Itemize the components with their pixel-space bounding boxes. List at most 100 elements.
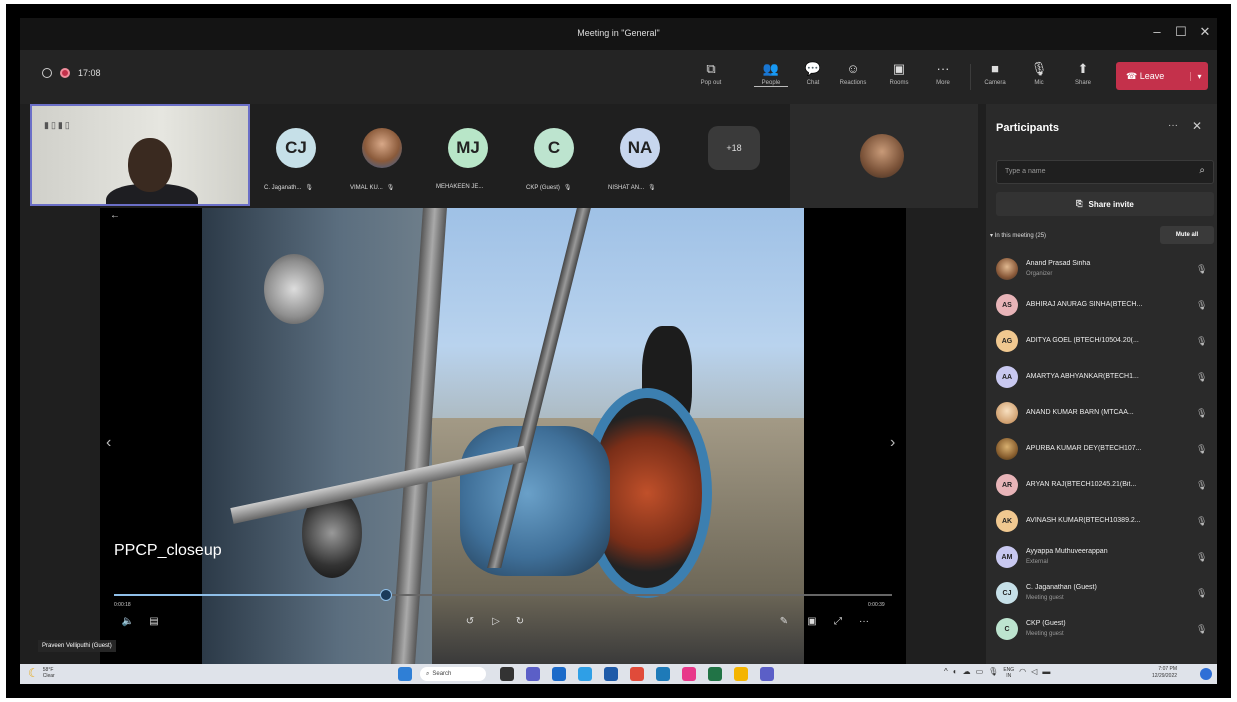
participant-row[interactable]: CJ C. Jaganathan (Guest) Meeting guest 🎙 bbox=[996, 578, 1216, 608]
next-slide-button[interactable]: › bbox=[890, 434, 895, 452]
minimize-button[interactable]: – bbox=[1146, 24, 1168, 39]
system-tray[interactable]: ^ ◐ ☁ ▭ 🎙 ENG IN ◠ ◁ ▬ bbox=[944, 667, 1050, 679]
forward-icon[interactable]: ↻ bbox=[512, 616, 528, 627]
avatar: C bbox=[996, 618, 1018, 640]
mic-off-icon: 🎙 bbox=[1196, 588, 1208, 598]
edge-icon[interactable] bbox=[578, 667, 592, 681]
notification-icon[interactable] bbox=[1200, 668, 1212, 680]
volume-icon[interactable]: 🔈 bbox=[120, 616, 136, 627]
more-button[interactable]: ··· More bbox=[926, 60, 960, 96]
mute-all-button[interactable]: Mute all bbox=[1160, 226, 1214, 244]
leave-button[interactable]: ☎ Leave ▾ bbox=[1116, 62, 1208, 90]
pop-out-button[interactable]: ⧉ Pop out bbox=[694, 60, 728, 96]
avatar[interactable]: C bbox=[534, 128, 574, 168]
participant-row[interactable]: AG ADITYA GOEL (BTECH/10504.20(... 🎙 bbox=[996, 326, 1216, 356]
search-input[interactable]: Type a name ⌕ bbox=[996, 160, 1214, 184]
share-invite-icon: ⎘ bbox=[1076, 199, 1083, 208]
participant-row[interactable]: AS ABHIRAJ ANURAG SINHA(BTECH... 🎙 bbox=[996, 290, 1216, 320]
mic-off-icon: 🎙 bbox=[1196, 300, 1208, 310]
close-button[interactable]: ✕ bbox=[1194, 24, 1216, 40]
weather-widget[interactable]: ☾ 58°F Clear bbox=[28, 666, 55, 680]
avatar[interactable]: CJ bbox=[276, 128, 316, 168]
annotate-icon[interactable]: ✎ bbox=[776, 616, 792, 627]
close-icon[interactable]: ✕ bbox=[1192, 119, 1202, 133]
rooms-button[interactable]: ▣ Rooms bbox=[882, 60, 916, 96]
participant-row[interactable]: C CKP (Guest) Meeting guest 🎙 bbox=[996, 614, 1216, 644]
self-video-tile[interactable]: ▮▯▮▯ bbox=[30, 104, 250, 206]
participant-row[interactable]: APURBA KUMAR DEY(BTECH107... 🎙 bbox=[996, 434, 1216, 464]
captions-icon[interactable]: ▤ bbox=[146, 616, 162, 627]
shield-icon[interactable] bbox=[42, 68, 52, 78]
avatar-photo bbox=[996, 402, 1018, 424]
mic-off-icon: 🎙 bbox=[1196, 516, 1208, 526]
video-current-time: 0:00:18 bbox=[114, 602, 131, 608]
chevron-down-icon[interactable]: ▾ bbox=[1190, 71, 1208, 81]
speaker-video-tile[interactable] bbox=[790, 104, 978, 208]
maximize-button[interactable]: ☐ bbox=[1170, 24, 1192, 40]
participant-row[interactable]: AR ARYAN RAJ(BTECH10245.21(Bit... 🎙 bbox=[996, 470, 1216, 500]
share-button[interactable]: ⬆ Share bbox=[1066, 60, 1100, 96]
avatar[interactable]: MJ bbox=[448, 128, 488, 168]
share-invite-button[interactable]: ⎘ Share invite bbox=[996, 192, 1214, 216]
teams-icon[interactable] bbox=[760, 667, 774, 681]
rewind-icon[interactable]: ↺ bbox=[462, 616, 478, 627]
pop-out-icon: ⧉ bbox=[706, 61, 716, 76]
window-title: Meeting in "General" bbox=[577, 28, 660, 38]
mic-off-icon: 🎙 bbox=[1196, 408, 1208, 418]
reactions-icon: ☺ bbox=[846, 61, 860, 76]
avatar-photo[interactable] bbox=[362, 128, 402, 168]
teams-chat-icon[interactable] bbox=[526, 667, 540, 681]
mic-off-icon: 🎙 bbox=[1196, 336, 1208, 346]
video-title: PPCP_closeup bbox=[114, 542, 222, 559]
windows-start-icon[interactable] bbox=[398, 667, 412, 681]
fullscreen-icon[interactable]: ⤢ bbox=[830, 616, 846, 627]
avatar: AS bbox=[996, 294, 1018, 316]
search-icon: ⌕ bbox=[426, 670, 430, 677]
avatar: AG bbox=[996, 330, 1018, 352]
participant-row[interactable]: AA AMARTYA ABHYANKAR(BTECH1... 🎙 bbox=[996, 362, 1216, 392]
chat-button[interactable]: 💬 Chat bbox=[796, 60, 830, 96]
firefox-icon[interactable] bbox=[630, 667, 644, 681]
mic-button[interactable]: 🎙 Mic bbox=[1022, 60, 1056, 96]
video-duration: 0:00:39 bbox=[868, 602, 885, 608]
meeting-toolbar: 17:08 ⧉ Pop out 👥 People 💬 Chat ☺ Reacti… bbox=[20, 50, 1217, 104]
taskbar-search[interactable]: ⌕ Search bbox=[420, 667, 486, 681]
timer-text: 17:08 bbox=[78, 68, 101, 78]
app-icon[interactable] bbox=[682, 667, 696, 681]
participant-row[interactable]: AK AVINASH KUMAR(BTECH10389.2... 🎙 bbox=[996, 506, 1216, 536]
camera-button[interactable]: ■ Camera bbox=[978, 60, 1012, 96]
participant-row[interactable]: ANAND KUMAR BARN (MTCAA... 🎙 bbox=[996, 398, 1216, 428]
play-icon[interactable]: ▷ bbox=[488, 616, 504, 627]
people-button[interactable]: 👥 People bbox=[754, 60, 788, 96]
participant-row[interactable]: Anand Prasad Sinha Organizer 🎙 bbox=[996, 254, 1216, 284]
volume-icon: ◁ bbox=[1031, 667, 1038, 676]
avatar[interactable]: NA bbox=[620, 128, 660, 168]
more-options-icon[interactable]: ··· bbox=[856, 616, 872, 627]
search-icon: ⌕ bbox=[1199, 165, 1205, 176]
participant-row[interactable]: AM Ayyappa Muthuveerappan External 🎙 bbox=[996, 542, 1216, 572]
mail-icon[interactable] bbox=[604, 667, 618, 681]
word-icon[interactable] bbox=[552, 667, 566, 681]
phone-hangup-icon: ☎ bbox=[1126, 70, 1140, 81]
strip-name: NISHAT AN... 🎙 bbox=[608, 185, 656, 191]
browser-icon[interactable] bbox=[656, 667, 670, 681]
wifi-icon: ◠ bbox=[1019, 667, 1027, 676]
video-progress-bar[interactable] bbox=[114, 589, 892, 601]
screenshot-frame: Meeting in "General" – ☐ ✕ 17:08 ⧉ Pop o… bbox=[6, 4, 1231, 698]
avatar: AR bbox=[996, 474, 1018, 496]
task-view-icon[interactable] bbox=[500, 667, 514, 681]
more-icon: ··· bbox=[936, 61, 950, 76]
back-arrow-icon[interactable]: ← bbox=[110, 210, 120, 221]
picture-in-picture-icon[interactable]: ▣ bbox=[804, 616, 820, 627]
chrome-icon[interactable] bbox=[734, 667, 748, 681]
reactions-button[interactable]: ☺ Reactions bbox=[836, 60, 870, 96]
more-participants-button[interactable]: +18 bbox=[708, 126, 760, 170]
previous-slide-button[interactable]: ‹ bbox=[106, 434, 111, 452]
avatar: AM bbox=[996, 546, 1018, 568]
more-options-icon[interactable]: ··· bbox=[1168, 120, 1178, 131]
taskbar-clock[interactable]: 7:07 PM 12/29/2022 bbox=[1152, 666, 1177, 680]
mic-off-icon: 🎙 bbox=[563, 185, 572, 191]
excel-icon[interactable] bbox=[708, 667, 722, 681]
mic-off-icon: 🎙 bbox=[1196, 444, 1208, 454]
in-meeting-section[interactable]: ▾ In this meeting (25) bbox=[990, 232, 1046, 239]
